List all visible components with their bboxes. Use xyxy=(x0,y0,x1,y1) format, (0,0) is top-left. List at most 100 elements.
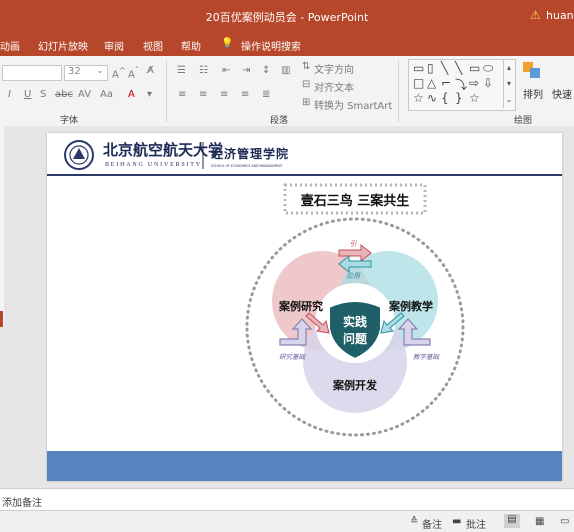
distributed-icon[interactable]: ≣ xyxy=(262,89,270,100)
label-guide: 引 xyxy=(350,240,358,248)
smartart-button[interactable]: 转换为 SmartArt xyxy=(314,97,392,112)
notes-placeholder[interactable]: 添加备注 xyxy=(2,494,42,509)
label-apply: 应用 xyxy=(346,272,361,280)
textbox-v-shape-icon[interactable]: ▯ xyxy=(427,61,434,75)
shapes-gallery[interactable]: ▭ ▯ ╲ ╲ ▭ ⬭ □ △ ⌐ ⤵ ⇨ ⇩ ☆ ∿ { } ☆ ▴ ▾ ⌄ xyxy=(408,59,516,111)
divider xyxy=(166,60,167,122)
align-text-icon[interactable]: ⊟ xyxy=(302,79,310,90)
text-direction-button[interactable]: 文字方向 xyxy=(314,61,354,76)
strikethrough-icon[interactable]: abc xyxy=(55,89,73,100)
highlight-icon[interactable]: ▾ xyxy=(147,89,152,100)
numbering-icon[interactable]: ☷ xyxy=(199,65,208,76)
quick-styles-button[interactable]: 快速 xyxy=(552,86,572,101)
arrow-down-shape-icon[interactable]: ⇩ xyxy=(483,76,493,90)
notes-button[interactable]: 备注 xyxy=(422,516,442,531)
clear-format-icon[interactable]: A̸ xyxy=(147,65,154,76)
slide-footer-band xyxy=(47,451,562,481)
justify-icon[interactable]: ≡ xyxy=(241,89,249,100)
thumbnail-pane-edge[interactable] xyxy=(0,126,4,326)
university-logo xyxy=(64,140,94,170)
line-shape-icon[interactable]: ╲ xyxy=(441,61,448,75)
line-spacing-icon[interactable]: ↕ xyxy=(262,65,270,76)
slide-canvas[interactable]: 北京航空航天大学 BEIHANG UNIVERSITY 经济管理学院 SCHOO… xyxy=(47,133,562,481)
school-name-cn: 经济管理学院 xyxy=(211,146,289,161)
arrow-right-shape-icon[interactable]: ⇨ xyxy=(469,76,479,90)
group-font-label: 字体 xyxy=(60,116,79,126)
font-color-icon[interactable]: A xyxy=(128,89,135,100)
textbox-shape-icon[interactable]: ▭ xyxy=(413,61,424,75)
align-center-icon[interactable]: ≡ xyxy=(199,89,207,100)
reading-view-icon[interactable]: ▭ xyxy=(560,516,569,527)
thumbnail-selection-mark xyxy=(0,311,3,327)
decrease-indent-icon[interactable]: ⇤ xyxy=(222,65,230,76)
font-size-value: 32 xyxy=(68,66,81,77)
notes-icon[interactable]: ≙ xyxy=(410,516,418,527)
increase-indent-icon[interactable]: ⇥ xyxy=(242,65,250,76)
columns-icon[interactable]: ▥ xyxy=(281,65,290,76)
shield-text-2: 问题 xyxy=(343,331,368,346)
chevron-down-icon[interactable]: ⌄ xyxy=(96,66,104,76)
normal-view-icon[interactable]: ▤ xyxy=(504,514,520,528)
italic-icon[interactable]: I xyxy=(8,89,11,100)
arrange-icon[interactable] xyxy=(523,62,541,82)
char-spacing-icon[interactable]: AV xyxy=(78,89,91,100)
comments-icon[interactable]: ▬ xyxy=(452,516,461,527)
shield-text-1: 实践 xyxy=(343,314,367,329)
shadow-icon[interactable]: S xyxy=(40,89,46,100)
star2-shape-icon[interactable]: ☆ xyxy=(469,91,480,105)
line2-shape-icon[interactable]: ╲ xyxy=(455,61,462,75)
university-name-cn: 北京航空航天大学 xyxy=(103,141,223,159)
align-text-button[interactable]: 对齐文本 xyxy=(314,79,354,94)
change-case-icon[interactable]: Aa xyxy=(100,89,113,100)
lightbulb-icon: 💡 xyxy=(221,38,234,49)
group-paragraph-label: 段落 xyxy=(270,116,289,126)
comments-button[interactable]: 批注 xyxy=(466,516,486,531)
label-case-development: 案例开发 xyxy=(332,378,378,392)
ribbon: 32 ⌄ A^ Aˇ A̸ I U S abc AV Aa A ▾ 字体 ☰ ☷… xyxy=(0,56,574,127)
user-name[interactable]: huan xyxy=(546,9,574,22)
font-name-box[interactable] xyxy=(2,65,62,81)
grow-font-icon[interactable]: A^ xyxy=(112,65,126,80)
arrange-button[interactable]: 排列 xyxy=(523,86,543,101)
tab-animations[interactable]: 动画 xyxy=(0,38,20,53)
rect2-shape-icon[interactable]: □ xyxy=(413,76,424,90)
divider xyxy=(398,60,399,122)
curve-shape-icon[interactable]: ∿ xyxy=(427,91,437,105)
label-case-research: 案例研究 xyxy=(278,299,323,313)
group-drawing-label: 绘图 xyxy=(514,116,533,126)
align-right-icon[interactable]: ≡ xyxy=(220,89,228,100)
brace-shape-icon[interactable]: { xyxy=(441,91,449,105)
university-name-en: BEIHANG UNIVERSITY xyxy=(105,162,202,168)
brace2-shape-icon[interactable]: } xyxy=(455,91,463,105)
corner-shape-icon[interactable]: ⌐ xyxy=(441,76,451,90)
underline-icon[interactable]: U xyxy=(24,89,31,100)
shrink-font-icon[interactable]: Aˇ xyxy=(128,65,139,80)
window-title: 20百优案例动员会 - PowerPoint xyxy=(205,11,369,24)
font-size-box[interactable]: 32 ⌄ xyxy=(64,65,108,81)
slide-content: 北京航空航天大学 BEIHANG UNIVERSITY 经济管理学院 SCHOO… xyxy=(47,140,562,481)
label-case-teaching: 案例教学 xyxy=(388,299,433,313)
tab-slideshow[interactable]: 幻灯片放映 xyxy=(38,38,88,53)
warning-icon[interactable]: ⚠ xyxy=(530,8,541,22)
school-name-en: SCHOOL OF ECONOMICS AND MANAGEMENT xyxy=(211,164,283,168)
tab-view[interactable]: 视图 xyxy=(143,38,163,53)
tab-help[interactable]: 帮助 xyxy=(181,38,201,53)
tab-review[interactable]: 审阅 xyxy=(104,38,124,53)
status-bar: ≙ 备注 ▬ 批注 ▤ ▦ ▭ xyxy=(0,510,574,532)
label-teaching-foundation: 教学基础 xyxy=(413,353,441,361)
gallery-scroll[interactable]: ▴ ▾ ⌄ xyxy=(503,60,514,108)
tell-me-search[interactable]: 操作说明搜索 xyxy=(241,38,301,53)
smartart-icon[interactable]: ⊞ xyxy=(302,97,310,108)
notes-pane[interactable]: 添加备注 xyxy=(0,488,574,511)
bullets-icon[interactable]: ☰ xyxy=(177,65,186,76)
text-direction-icon[interactable]: ⇅ xyxy=(302,61,310,72)
triangle-shape-icon[interactable]: △ xyxy=(427,76,436,90)
star-shape-icon[interactable]: ☆ xyxy=(413,91,424,105)
title-bar: 20百优案例动员会 - PowerPoint ⚠ huan xyxy=(0,0,574,34)
align-left-icon[interactable]: ≡ xyxy=(178,89,186,100)
rect-shape-icon[interactable]: ▭ xyxy=(469,61,480,75)
slide-sorter-icon[interactable]: ▦ xyxy=(535,516,544,527)
ribbon-tabs: 动画 幻灯片放映 审阅 视图 帮助 💡 操作说明搜索 xyxy=(0,34,574,56)
headline: 壹石三鸟 三案共生 xyxy=(301,193,410,209)
oval-shape-icon[interactable]: ⬭ xyxy=(483,61,493,76)
